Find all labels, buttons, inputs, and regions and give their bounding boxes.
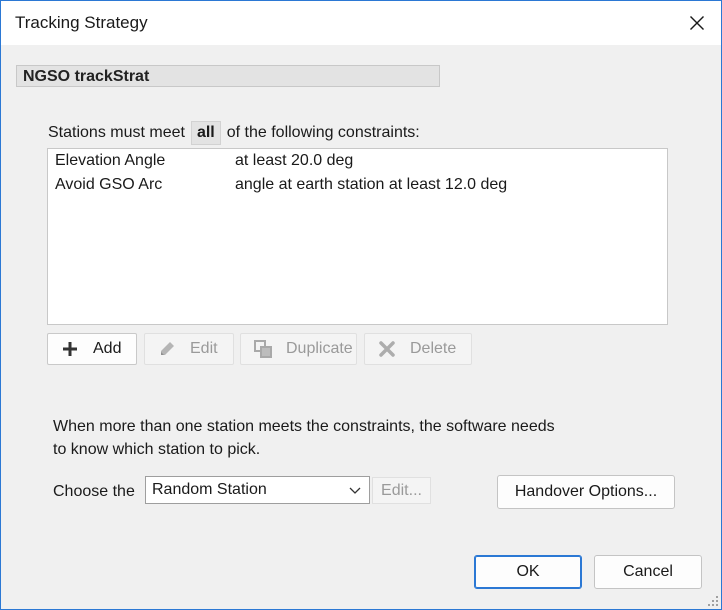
selection-explanation: When more than one station meets the con… <box>53 415 573 461</box>
window-title: Tracking Strategy <box>15 13 148 32</box>
constraint-header-prefix: Stations must meet <box>48 124 185 141</box>
pencil-icon <box>158 340 176 358</box>
explanation-line-1: When more than one station meets the con… <box>53 418 555 435</box>
delete-button-label: Delete <box>410 340 457 357</box>
station-selection-dropdown[interactable]: Random Station <box>145 476 370 504</box>
explanation-line-2: to know which station to pick. <box>53 441 261 458</box>
plus-icon <box>61 340 79 358</box>
close-button[interactable] <box>673 1 721 45</box>
edit-button-label: Edit <box>190 340 218 357</box>
delete-x-icon <box>378 340 396 358</box>
chevron-down-icon <box>349 487 361 494</box>
cancel-button[interactable]: Cancel <box>594 555 702 589</box>
handover-options-button[interactable]: Handover Options... <box>497 475 675 509</box>
tracking-strategy-dialog: Tracking Strategy NGSO trackStrat Statio… <box>0 0 722 610</box>
constraint-header: Stations must meet all of the following … <box>48 121 420 145</box>
delete-button[interactable]: Delete <box>364 333 472 365</box>
constraint-mode-toggle[interactable]: all <box>190 121 221 145</box>
constraint-description: at least 20.0 deg <box>235 152 354 169</box>
resize-grip-icon[interactable] <box>707 595 719 607</box>
constraint-list[interactable]: Elevation Angle at least 20.0 deg Avoid … <box>47 148 668 325</box>
add-button-label: Add <box>93 340 122 357</box>
constraint-name: Elevation Angle <box>55 152 166 169</box>
duplicate-icon <box>254 340 272 358</box>
duplicate-button[interactable]: Duplicate <box>240 333 357 365</box>
dropdown-selected-value: Random Station <box>152 481 267 498</box>
list-item[interactable]: Elevation Angle at least 20.0 deg <box>48 149 667 173</box>
choose-label: Choose the <box>53 483 135 500</box>
strategy-name-field: NGSO trackStrat <box>16 65 440 87</box>
constraint-header-suffix: of the following constraints: <box>226 124 420 141</box>
edit-button[interactable]: Edit <box>144 333 234 365</box>
add-button[interactable]: Add <box>47 333 137 365</box>
ok-button[interactable]: OK <box>474 555 582 589</box>
duplicate-button-label: Duplicate <box>286 340 353 357</box>
close-icon <box>690 16 704 30</box>
list-item[interactable]: Avoid GSO Arc angle at earth station at … <box>48 173 667 197</box>
constraint-name: Avoid GSO Arc <box>55 176 163 193</box>
constraint-description: angle at earth station at least 12.0 deg <box>235 176 508 193</box>
selection-edit-button[interactable]: Edit... <box>372 477 431 504</box>
title-bar: Tracking Strategy <box>1 1 721 45</box>
